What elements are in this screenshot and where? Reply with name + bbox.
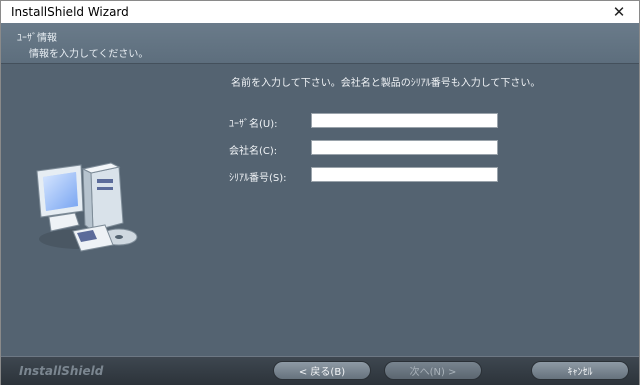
title-bar: InstallShield Wizard ✕: [1, 1, 639, 23]
page-title: ﾕｰｻﾞ情報: [17, 33, 57, 44]
company-input[interactable]: [311, 140, 498, 155]
installer-window: InstallShield Wizard ✕ ﾕｰｻﾞ情報 情報を入力してくださ…: [0, 0, 640, 385]
serial-label: ｼﾘｱﾙ番号(S):: [229, 173, 287, 184]
back-button[interactable]: < 戻る(B): [273, 361, 371, 380]
installshield-logo: InstallShield: [19, 364, 104, 378]
computer-with-cd-icon: [36, 162, 138, 252]
close-button[interactable]: ✕: [603, 1, 635, 23]
username-input[interactable]: [311, 113, 498, 128]
window-title: InstallShield Wizard: [11, 5, 129, 19]
wizard-footer: InstallShield < 戻る(B) 次へ(N) > ｷｬﾝｾﾙ: [1, 356, 639, 385]
company-label: 会社名(C):: [229, 146, 278, 157]
serial-input[interactable]: [311, 167, 498, 182]
username-label: ﾕｰｻﾞ名(U):: [229, 119, 278, 130]
wizard-header: ﾕｰｻﾞ情報 情報を入力してください。: [1, 23, 639, 64]
instruction-text: 名前を入力して下さい。会社名と製品のｼﾘｱﾙ番号も入力して下さい。: [231, 78, 541, 89]
cancel-button[interactable]: ｷｬﾝｾﾙ: [531, 361, 629, 380]
page-subtitle: 情報を入力してください。: [29, 49, 149, 60]
next-button[interactable]: 次へ(N) >: [384, 361, 482, 380]
